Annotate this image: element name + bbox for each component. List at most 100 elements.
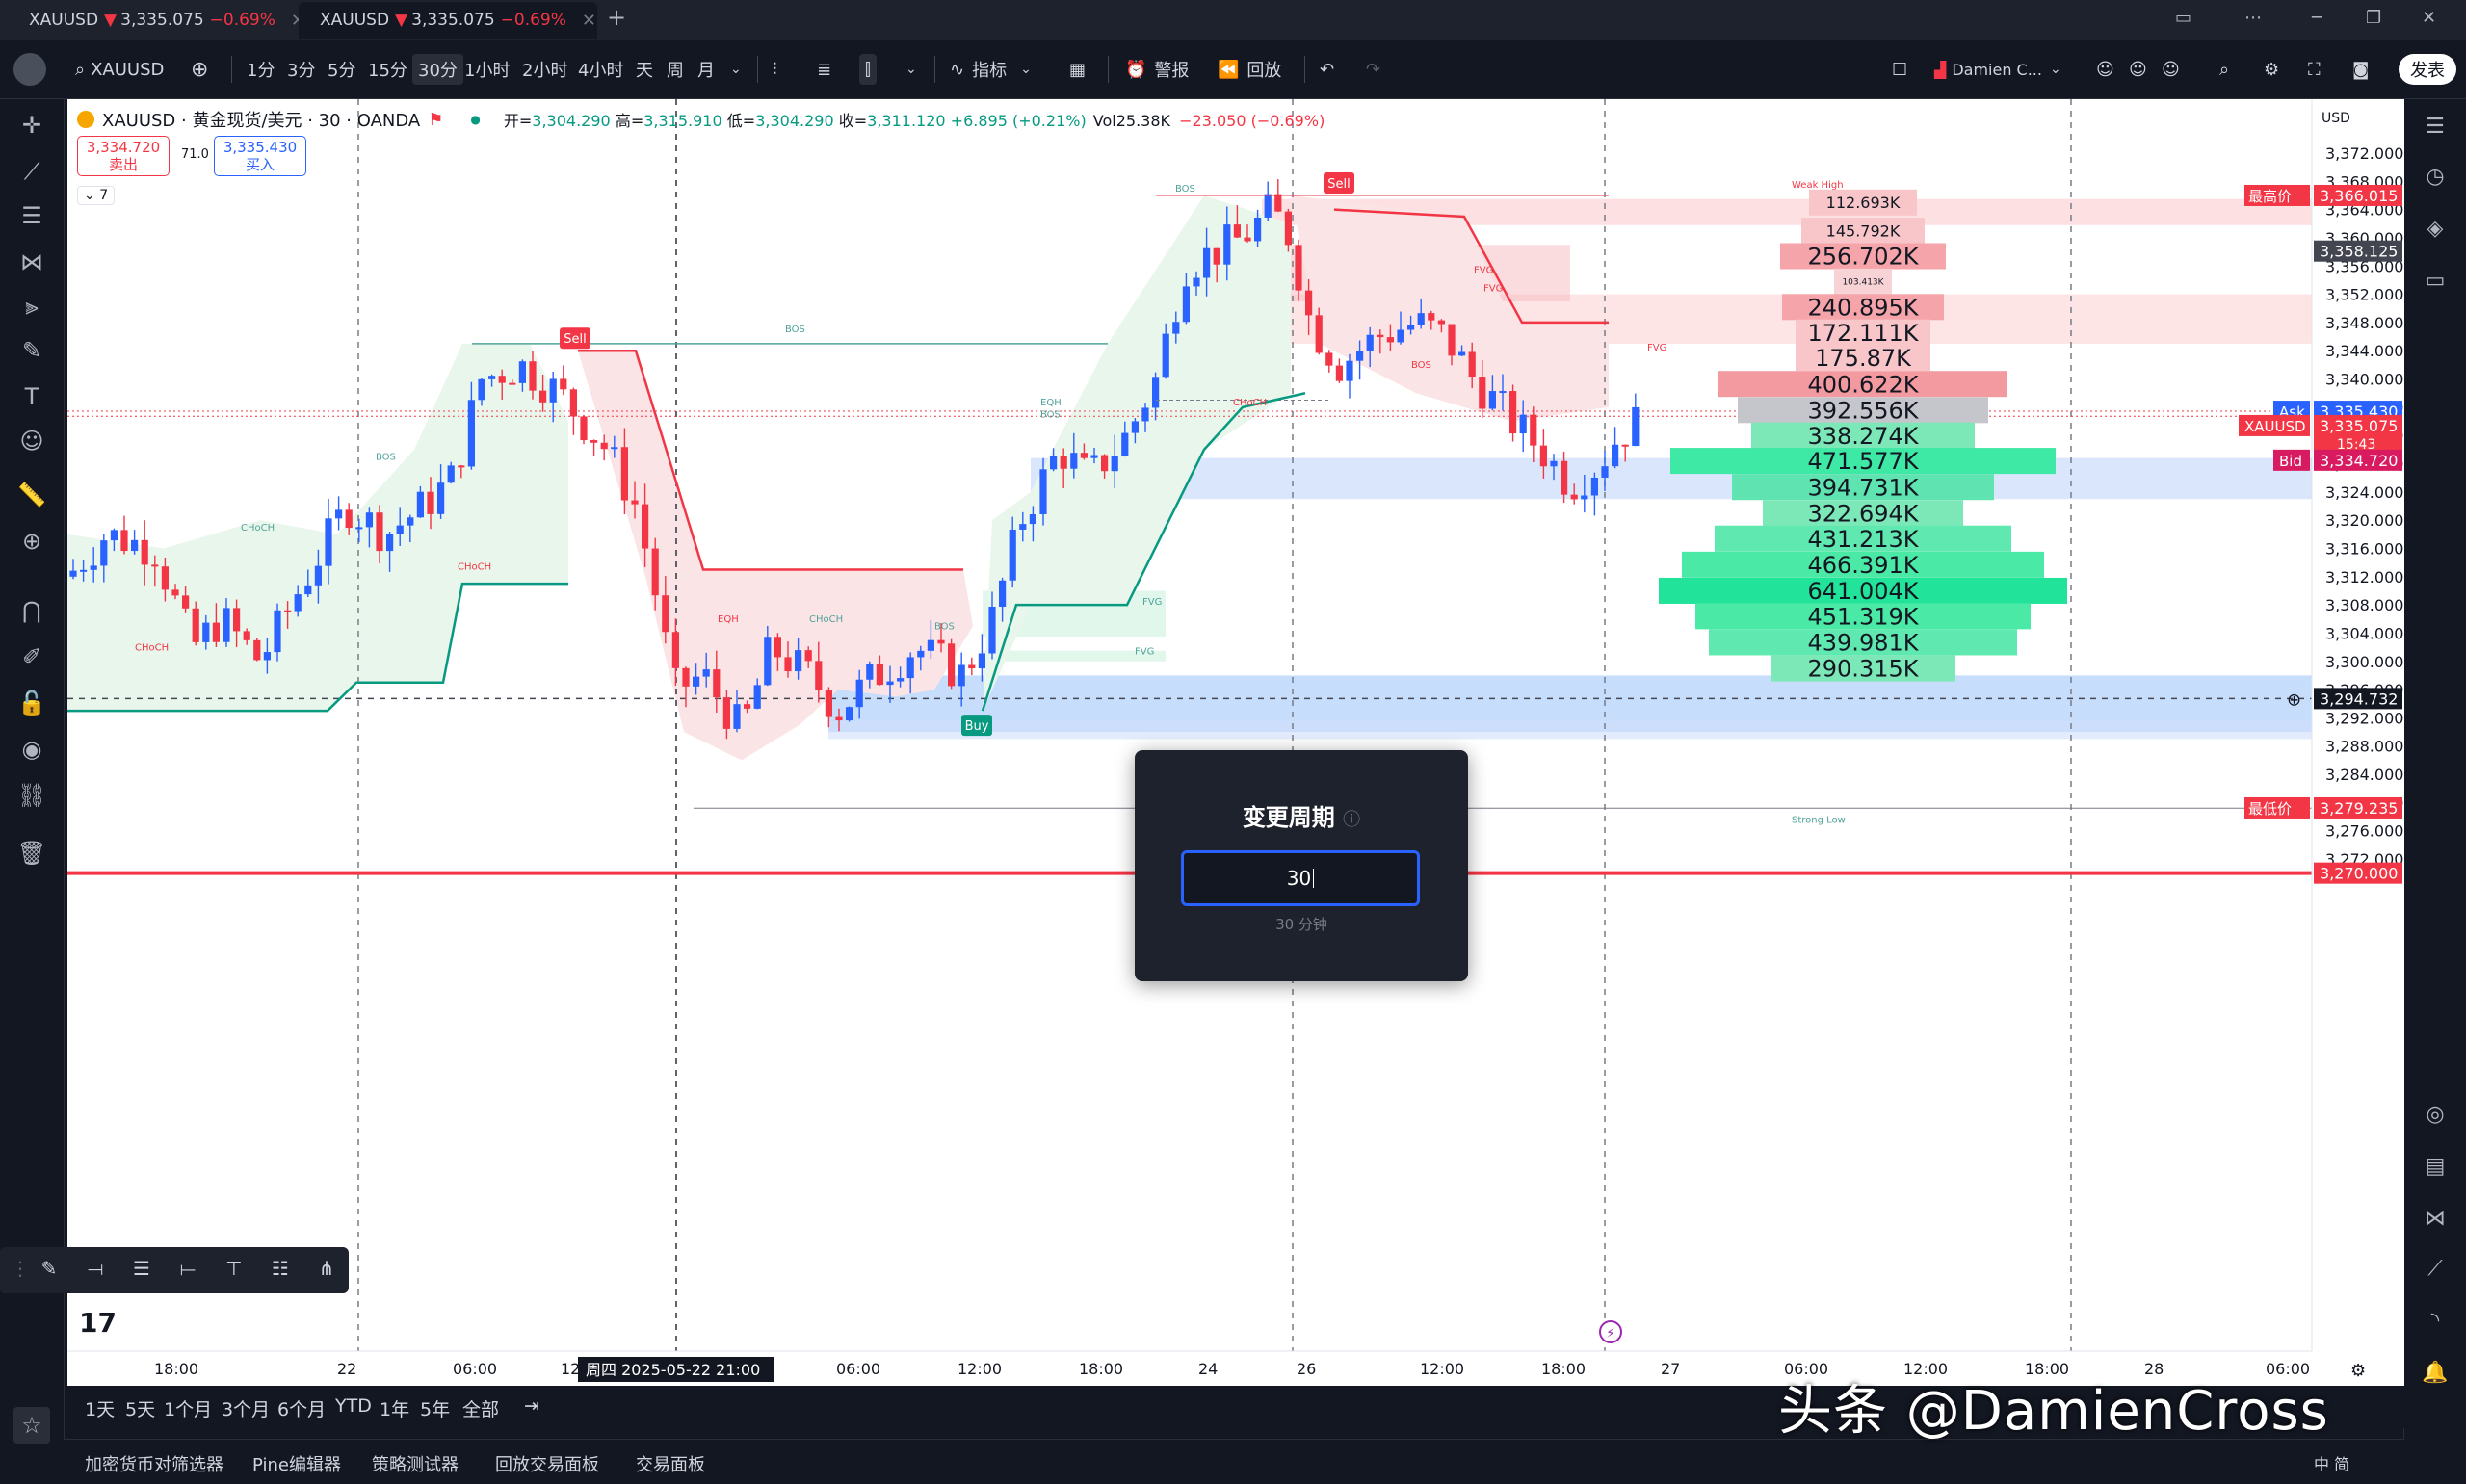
crosshair-plus-icon[interactable]: ⊕ [2287,690,2301,710]
range-all[interactable]: 全部 [462,1395,499,1421]
range-3m[interactable]: 3个月 [222,1395,270,1421]
bell-icon[interactable]: 🔔 [2418,1355,2453,1390]
layout-icon[interactable]: ▭ [2175,8,2191,28]
sell-price-box[interactable]: 3,334.720 卖出 [77,136,170,176]
vline-tool-icon[interactable]: ⊤ [220,1257,249,1284]
price-chart[interactable]: 周内支撑BOSBOSBOSBOSBOSBOSCHoCHCHoCHCHoCHCHo… [67,99,2404,1386]
alerts-clock-icon[interactable]: ◷ [2418,159,2453,194]
range-6m[interactable]: 6个月 [277,1395,326,1421]
face-icon[interactable]: ☺ [2096,54,2114,85]
chevron-down-icon[interactable]: ⌄ [730,54,742,85]
chat-icon[interactable]: ▭ [2418,263,2453,298]
avatar[interactable] [13,53,46,86]
ray-tool-icon[interactable]: ⟝ [173,1257,202,1284]
new-tab-icon[interactable]: + [607,4,626,31]
minimize-icon[interactable]: ─ [2312,8,2322,28]
interval-1m[interactable]: 1分 [247,54,275,85]
flag-icon[interactable]: ⚑ [428,110,443,130]
link-icon[interactable]: ⛓ [13,777,50,814]
interval-4h[interactable]: 4小时 [578,54,623,85]
tab-xauusd-2[interactable]: XAUUSD ▼ 3,335.075 −0.69% ✕ [299,2,597,39]
range-5y[interactable]: 5年 [420,1395,450,1421]
hline-tool-icon[interactable]: ⟞ [81,1257,110,1284]
currency-label[interactable]: USD [2322,111,2350,126]
text-icon[interactable]: T [13,378,50,415]
tab-pine-editor[interactable]: Pine编辑器 [252,1451,341,1476]
eye-icon[interactable]: ◉ [13,731,50,768]
range-1y[interactable]: 1年 [380,1395,409,1421]
tab-strategy-tester[interactable]: 策略测试器 [372,1451,459,1476]
calendar-icon[interactable]: ▤ [2418,1149,2453,1184]
replay-button[interactable]: ⏪ 回放 [1218,54,1281,85]
levels-tool-icon[interactable]: ☷ [266,1257,295,1284]
pitchfork-tool-icon[interactable]: ⋔ [312,1257,341,1284]
compare-icon[interactable]: ≣ [817,54,831,85]
trend-side-icon[interactable]: ⟋ [2418,1251,2453,1286]
lock-draw-icon[interactable]: ✐ [13,638,50,675]
forecast-icon[interactable]: ⫸ [13,288,50,325]
change-interval-dialog[interactable]: 变更周期 ⓘ 30 30 分钟 [1135,750,1468,981]
watchlist-icon[interactable]: ☰ [2418,109,2453,143]
face-icon-2[interactable]: ☺ [2129,54,2147,85]
indicators-button[interactable]: ∿ 指标 ⌄ [950,54,1032,85]
pattern-icon[interactable]: ⋈ [13,244,50,280]
emoji-icon[interactable]: ☺ [13,423,50,459]
range-5d[interactable]: 5天 [125,1395,155,1421]
layout-checkbox-icon[interactable]: ☐ [1892,54,1907,85]
signal-icon[interactable]: ◝ [2418,1303,2453,1338]
interval-week[interactable]: 周 [667,54,684,85]
fib-tool-icon[interactable]: ☰ [127,1257,156,1284]
interval-month[interactable]: 月 [697,54,715,85]
interval-5m[interactable]: 5分 [328,54,355,85]
fib-icon[interactable]: ☰ [13,197,50,234]
info-icon[interactable]: ⓘ [1343,810,1360,830]
tab-crypto-screener[interactable]: 加密货币对筛选器 [85,1451,223,1476]
goto-date-icon[interactable]: ⇥ [524,1395,539,1417]
drag-handle-icon[interactable]: ⋮ [6,1257,35,1284]
close-window-icon[interactable]: ✕ [2422,8,2436,28]
time-settings-icon[interactable]: ⚙ [2350,1361,2366,1381]
zoom-icon[interactable]: ⊕ [13,523,50,560]
bar-style-icon[interactable]: ⫶ [773,54,777,85]
range-1m[interactable]: 1个月 [164,1395,212,1421]
symbol-title[interactable]: XAUUSD · 黄金现货/美元 · 30 · OANDA [102,107,420,132]
layers-icon[interactable]: ◈ [2418,211,2453,246]
layouts-icon[interactable]: ▦ [1069,54,1086,85]
interval-input[interactable]: 30 [1181,850,1420,906]
interval-15m[interactable]: 15分 [368,54,407,85]
buy-price-box[interactable]: 3,335.430 买入 [214,136,306,176]
trendline-icon[interactable]: ⟋ [13,153,50,190]
tab-replay-panel[interactable]: 回放交易面板 [495,1451,599,1476]
symbol-search[interactable]: ⌕ XAUUSD [75,54,164,85]
undo-icon[interactable]: ↶ [1320,54,1334,85]
ruler-icon[interactable]: 📏 [13,477,50,513]
face-icon-3[interactable]: ☺ [2162,54,2180,85]
interval-30m[interactable]: 30分 [412,54,463,85]
redo-icon[interactable]: ↷ [1366,54,1380,85]
tab-xauusd-1[interactable]: XAUUSD ▼ 3,335.075 −0.69% ✕ [8,2,305,39]
maximize-icon[interactable]: ❐ [2366,8,2381,28]
close-icon[interactable]: ✕ [582,11,596,31]
favorites-icon[interactable]: ☆ [13,1407,50,1444]
fullscreen-icon[interactable]: ⛶ [2308,54,2321,85]
interval-2h[interactable]: 2小时 [522,54,567,85]
interval-1h[interactable]: 1小时 [464,54,510,85]
crosshair-icon[interactable]: ✛ [13,107,50,143]
chevron-down-icon[interactable]: ⌄ [905,54,917,85]
user-layout-button[interactable]: ▟ Damien C... ⌄ [1934,54,2061,85]
gear-icon[interactable]: ⚙ [2264,54,2279,85]
chart-pane[interactable]: 周内支撑BOSBOSBOSBOSBOSBOSCHoCHCHoCHCHoCHCHo… [67,99,2404,1386]
brush-tool-icon[interactable]: ✎ [35,1257,64,1284]
target-icon[interactable]: ◎ [2418,1097,2453,1132]
more-icon[interactable]: ⋯ [2244,8,2262,28]
range-1d[interactable]: 1天 [85,1395,115,1421]
interval-day[interactable]: 天 [636,54,653,85]
candle-type-icon[interactable]: ⫿ [859,54,877,85]
magnet-icon[interactable]: ⋂ [13,592,50,629]
publish-button[interactable]: 发表 [2399,54,2456,85]
pattern-side-icon[interactable]: ⋈ [2418,1201,2453,1236]
quick-search-icon[interactable]: ⌕ [2219,54,2229,85]
brush-icon[interactable]: ✎ [13,332,50,369]
alert-button[interactable]: ⏰ 警报 [1125,54,1189,85]
trash-icon[interactable]: 🗑 [13,835,50,872]
